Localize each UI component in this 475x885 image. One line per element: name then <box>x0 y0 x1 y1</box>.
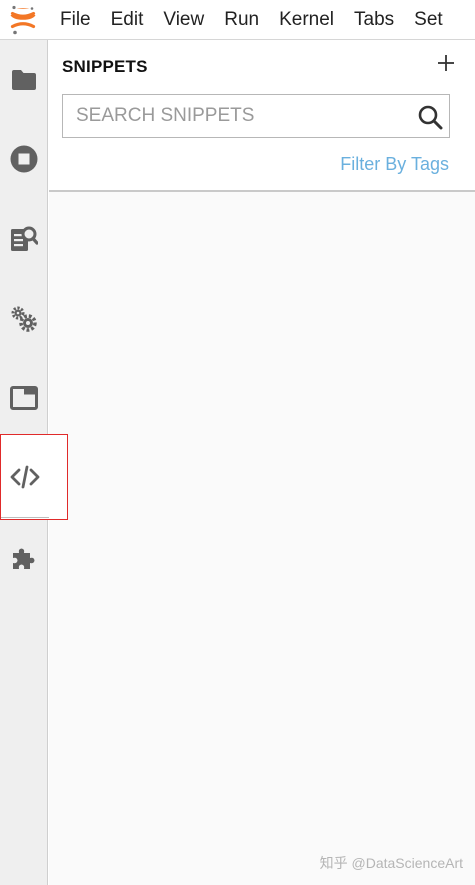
running-sessions-tab[interactable] <box>0 135 48 183</box>
menu-view[interactable]: View <box>153 0 214 40</box>
watermark: 知乎 @DataScienceArt <box>319 855 463 871</box>
tabs-list-tab[interactable] <box>0 374 48 422</box>
menu-kernel[interactable]: Kernel <box>269 0 344 40</box>
extension-manager-tab[interactable] <box>0 534 48 582</box>
snippets-header: SNIPPETS Filter By Tags <box>49 40 475 192</box>
code-snippets-tab-highlight[interactable] <box>0 434 68 520</box>
code-snippet-icon <box>10 465 40 489</box>
property-inspector-icon <box>11 226 38 251</box>
tab-divider <box>1 517 49 518</box>
file-browser-tab[interactable] <box>0 56 48 104</box>
menu-bar: File Edit View Run Kernel Tabs Set <box>0 0 475 40</box>
left-sidebar-tabs <box>0 40 68 885</box>
stop-circle-icon <box>10 145 38 173</box>
commands-tab[interactable] <box>0 295 48 343</box>
folder-icon <box>12 70 36 90</box>
panel-title: SNIPPETS <box>62 57 148 76</box>
jupyterlab-window: File Edit View Run Kernel Tabs Set SNIPP… <box>0 0 475 885</box>
search-input[interactable] <box>63 95 403 137</box>
snippets-list: 知乎 @DataScienceArt <box>49 192 475 885</box>
menu-settings[interactable]: Set <box>404 0 453 40</box>
menu-items: File Edit View Run Kernel Tabs Set <box>50 0 453 40</box>
gears-icon <box>11 306 37 332</box>
menu-edit[interactable]: Edit <box>101 0 154 40</box>
menu-run[interactable]: Run <box>214 0 269 40</box>
tab-window-icon <box>10 386 38 410</box>
puzzle-extension-icon <box>13 548 35 569</box>
search-box <box>62 94 450 138</box>
add-snippet-button[interactable] <box>435 52 457 74</box>
search-icon[interactable] <box>417 104 443 130</box>
filter-by-tags-link[interactable]: Filter By Tags <box>340 154 449 175</box>
jupyter-logo-icon[interactable] <box>9 4 37 36</box>
menu-file[interactable]: File <box>50 0 101 40</box>
code-snippets-tab[interactable] <box>1 453 49 501</box>
property-inspector-tab[interactable] <box>0 215 48 263</box>
code-snippets-panel: SNIPPETS Filter By Tags 知乎 @DataScienceA… <box>49 40 475 885</box>
menu-tabs[interactable]: Tabs <box>344 0 404 40</box>
